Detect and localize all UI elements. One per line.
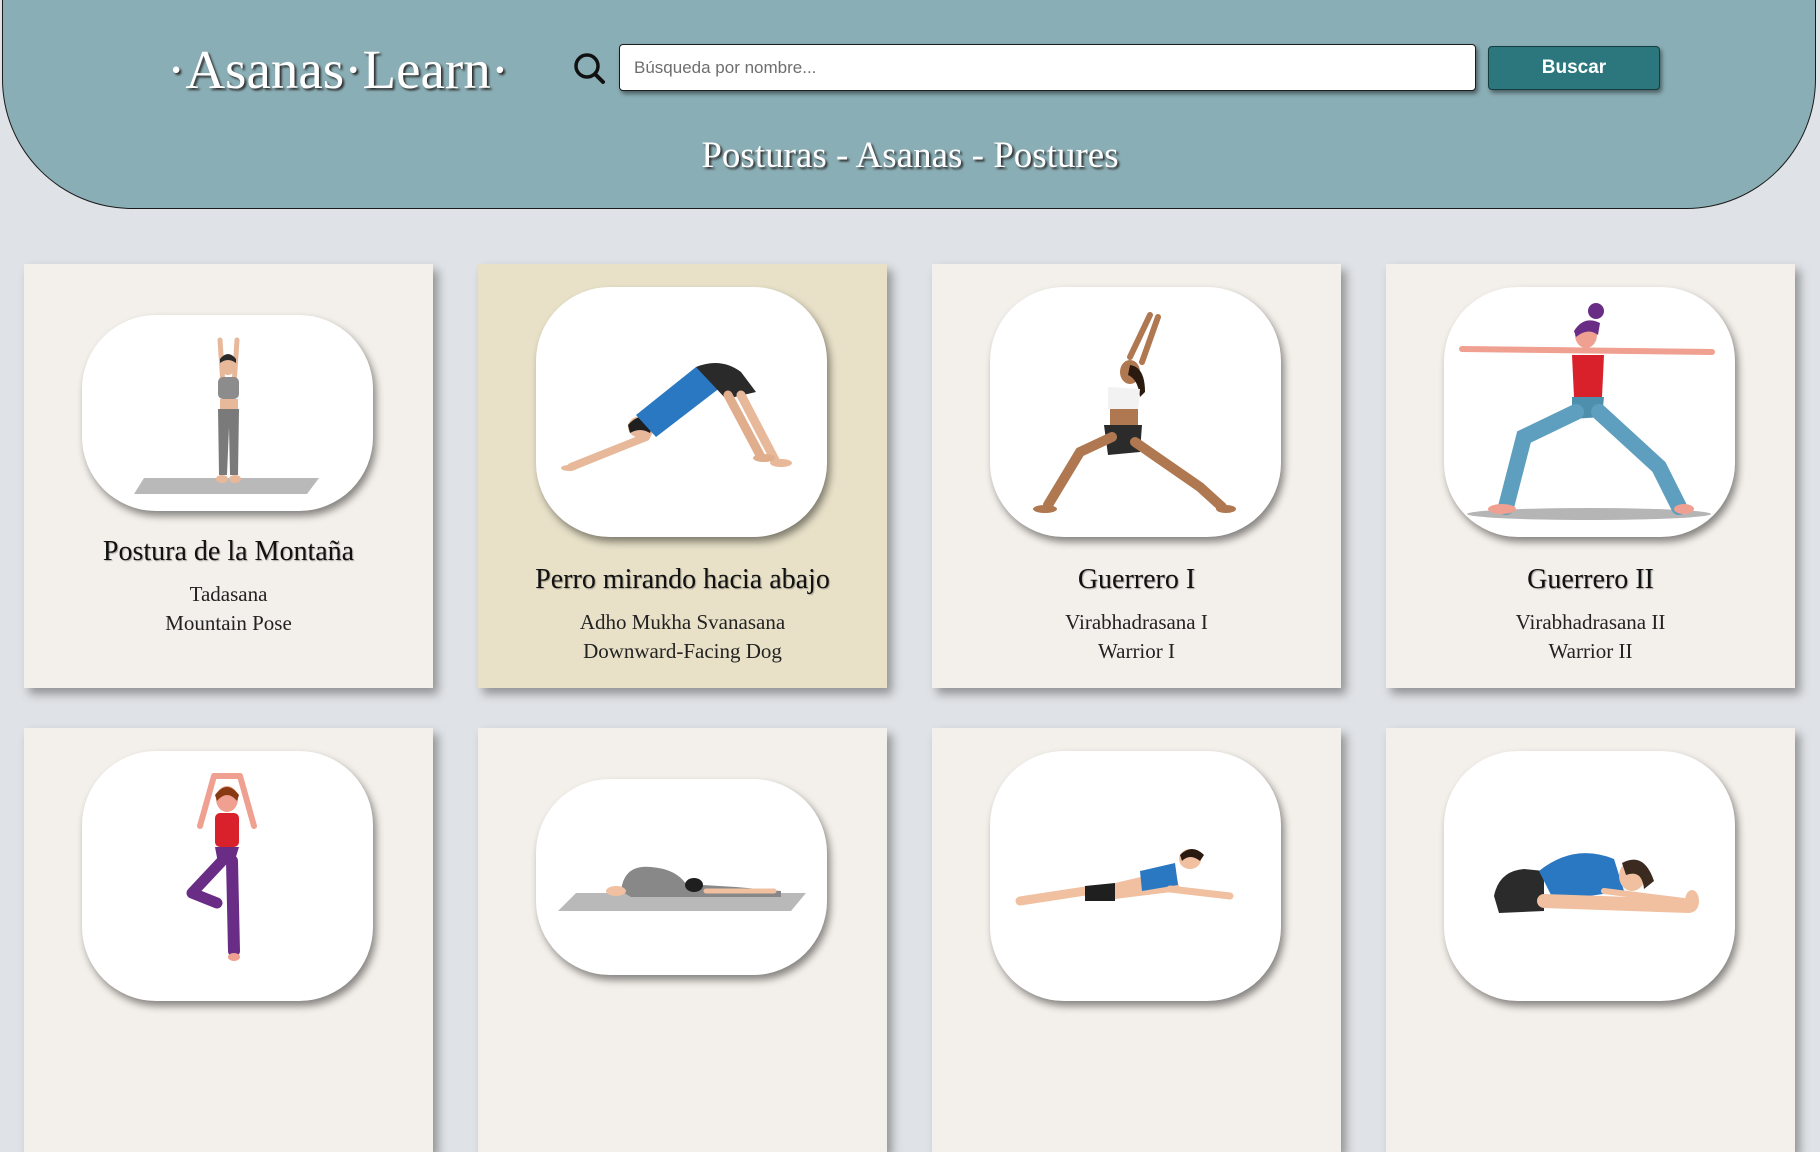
warrior-1-illustration (1033, 312, 1236, 513)
site-logo[interactable]: ·Asanas·Learn· (167, 38, 509, 101)
pose-image-frame (1444, 751, 1735, 1001)
search-button[interactable]: Buscar (1488, 46, 1660, 90)
pose-card[interactable] (24, 728, 433, 1152)
site-header: ·Asanas·Learn· Buscar Posturas - Asanas … (2, 0, 1816, 209)
warrior-2-illustration (1459, 303, 1715, 520)
pose-sanskrit-name: Adho Mukha Svanasana (579, 610, 786, 634)
pose-english-name: Warrior II (1548, 639, 1633, 663)
poses-grid: Postura de la Montaña Tadasana Mountain … (24, 264, 1796, 1152)
pose-sanskrit-name: Tadasana (189, 582, 268, 606)
pose-card[interactable]: Perro mirando hacia abajo Adho Mukha Sva… (478, 264, 887, 688)
pose-image-frame (1444, 287, 1735, 537)
sphinx-pose-illustration (1015, 849, 1234, 906)
pose-image-frame (82, 751, 373, 1001)
pose-sanskrit-name: Virabhadrasana II (1515, 610, 1666, 634)
pose-name: Guerrero II (1527, 564, 1654, 595)
pose-card[interactable] (478, 728, 887, 1152)
pose-card[interactable] (1386, 728, 1795, 1152)
pose-image-frame (82, 315, 373, 511)
pose-card[interactable]: Guerrero I Virabhadrasana I Warrior I (932, 264, 1341, 688)
pose-image-frame (536, 779, 827, 975)
pose-card[interactable] (932, 728, 1341, 1152)
pose-image-frame (536, 287, 827, 537)
pose-name: Postura de la Montaña (102, 536, 355, 567)
pose-name: Guerrero I (1077, 564, 1196, 595)
pose-card[interactable]: Postura de la Montaña Tadasana Mountain … (24, 264, 433, 688)
pose-english-name: Warrior I (1097, 639, 1176, 663)
pose-name: Perro mirando hacia abajo (535, 564, 830, 595)
search-input[interactable] (619, 44, 1476, 91)
child-pose-illustration (558, 866, 806, 911)
search-icon[interactable] (572, 51, 606, 85)
downward-dog-illustration (561, 363, 792, 471)
page-subtitle: Posturas - Asanas - Postures (701, 135, 1119, 176)
pose-english-name: Downward-Facing Dog (583, 639, 782, 663)
pose-image-frame (990, 751, 1281, 1001)
pose-english-name: Mountain Pose (165, 611, 292, 635)
tree-pose-illustration (186, 773, 257, 961)
pose-card[interactable]: Guerrero II Virabhadrasana II Warrior II (1386, 264, 1795, 688)
seated-forward-bend-illustration (1494, 853, 1699, 913)
pose-image-frame (990, 287, 1281, 537)
pose-sanskrit-name: Virabhadrasana I (1065, 610, 1208, 634)
mountain-pose-illustration (134, 337, 319, 494)
